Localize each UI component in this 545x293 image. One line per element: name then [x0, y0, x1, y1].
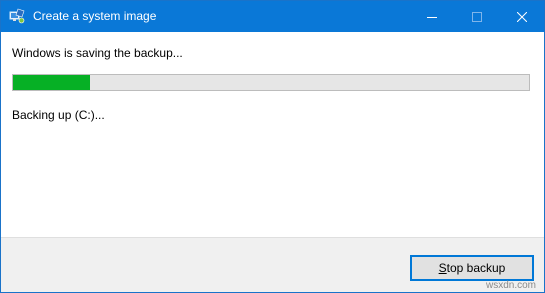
- backup-app-icon: [9, 8, 25, 24]
- content-area: Windows is saving the backup... Backing …: [1, 32, 544, 237]
- button-footer: Stop backup wsxdn.com: [1, 237, 544, 292]
- stop-backup-mnemonic: S: [438, 261, 447, 275]
- maximize-icon: [471, 11, 482, 22]
- create-system-image-window: Create a system image Windows is saving …: [0, 0, 545, 293]
- watermark-text: wsxdn.com: [485, 280, 536, 291]
- status-detail: Backing up (C:)...: [12, 108, 105, 122]
- window-title: Create a system image: [33, 9, 157, 23]
- status-message: Windows is saving the backup...: [12, 46, 183, 60]
- backup-progress-bar: [12, 74, 530, 91]
- stop-backup-button[interactable]: Stop backup: [410, 255, 534, 281]
- maximize-button[interactable]: [454, 1, 499, 32]
- minimize-icon: [426, 16, 437, 18]
- stop-backup-label: top backup: [446, 261, 506, 275]
- minimize-button[interactable]: [409, 1, 454, 32]
- close-button[interactable]: [499, 1, 544, 32]
- close-icon: [516, 11, 527, 22]
- title-bar[interactable]: Create a system image: [1, 1, 544, 32]
- progress-fill: [13, 75, 91, 90]
